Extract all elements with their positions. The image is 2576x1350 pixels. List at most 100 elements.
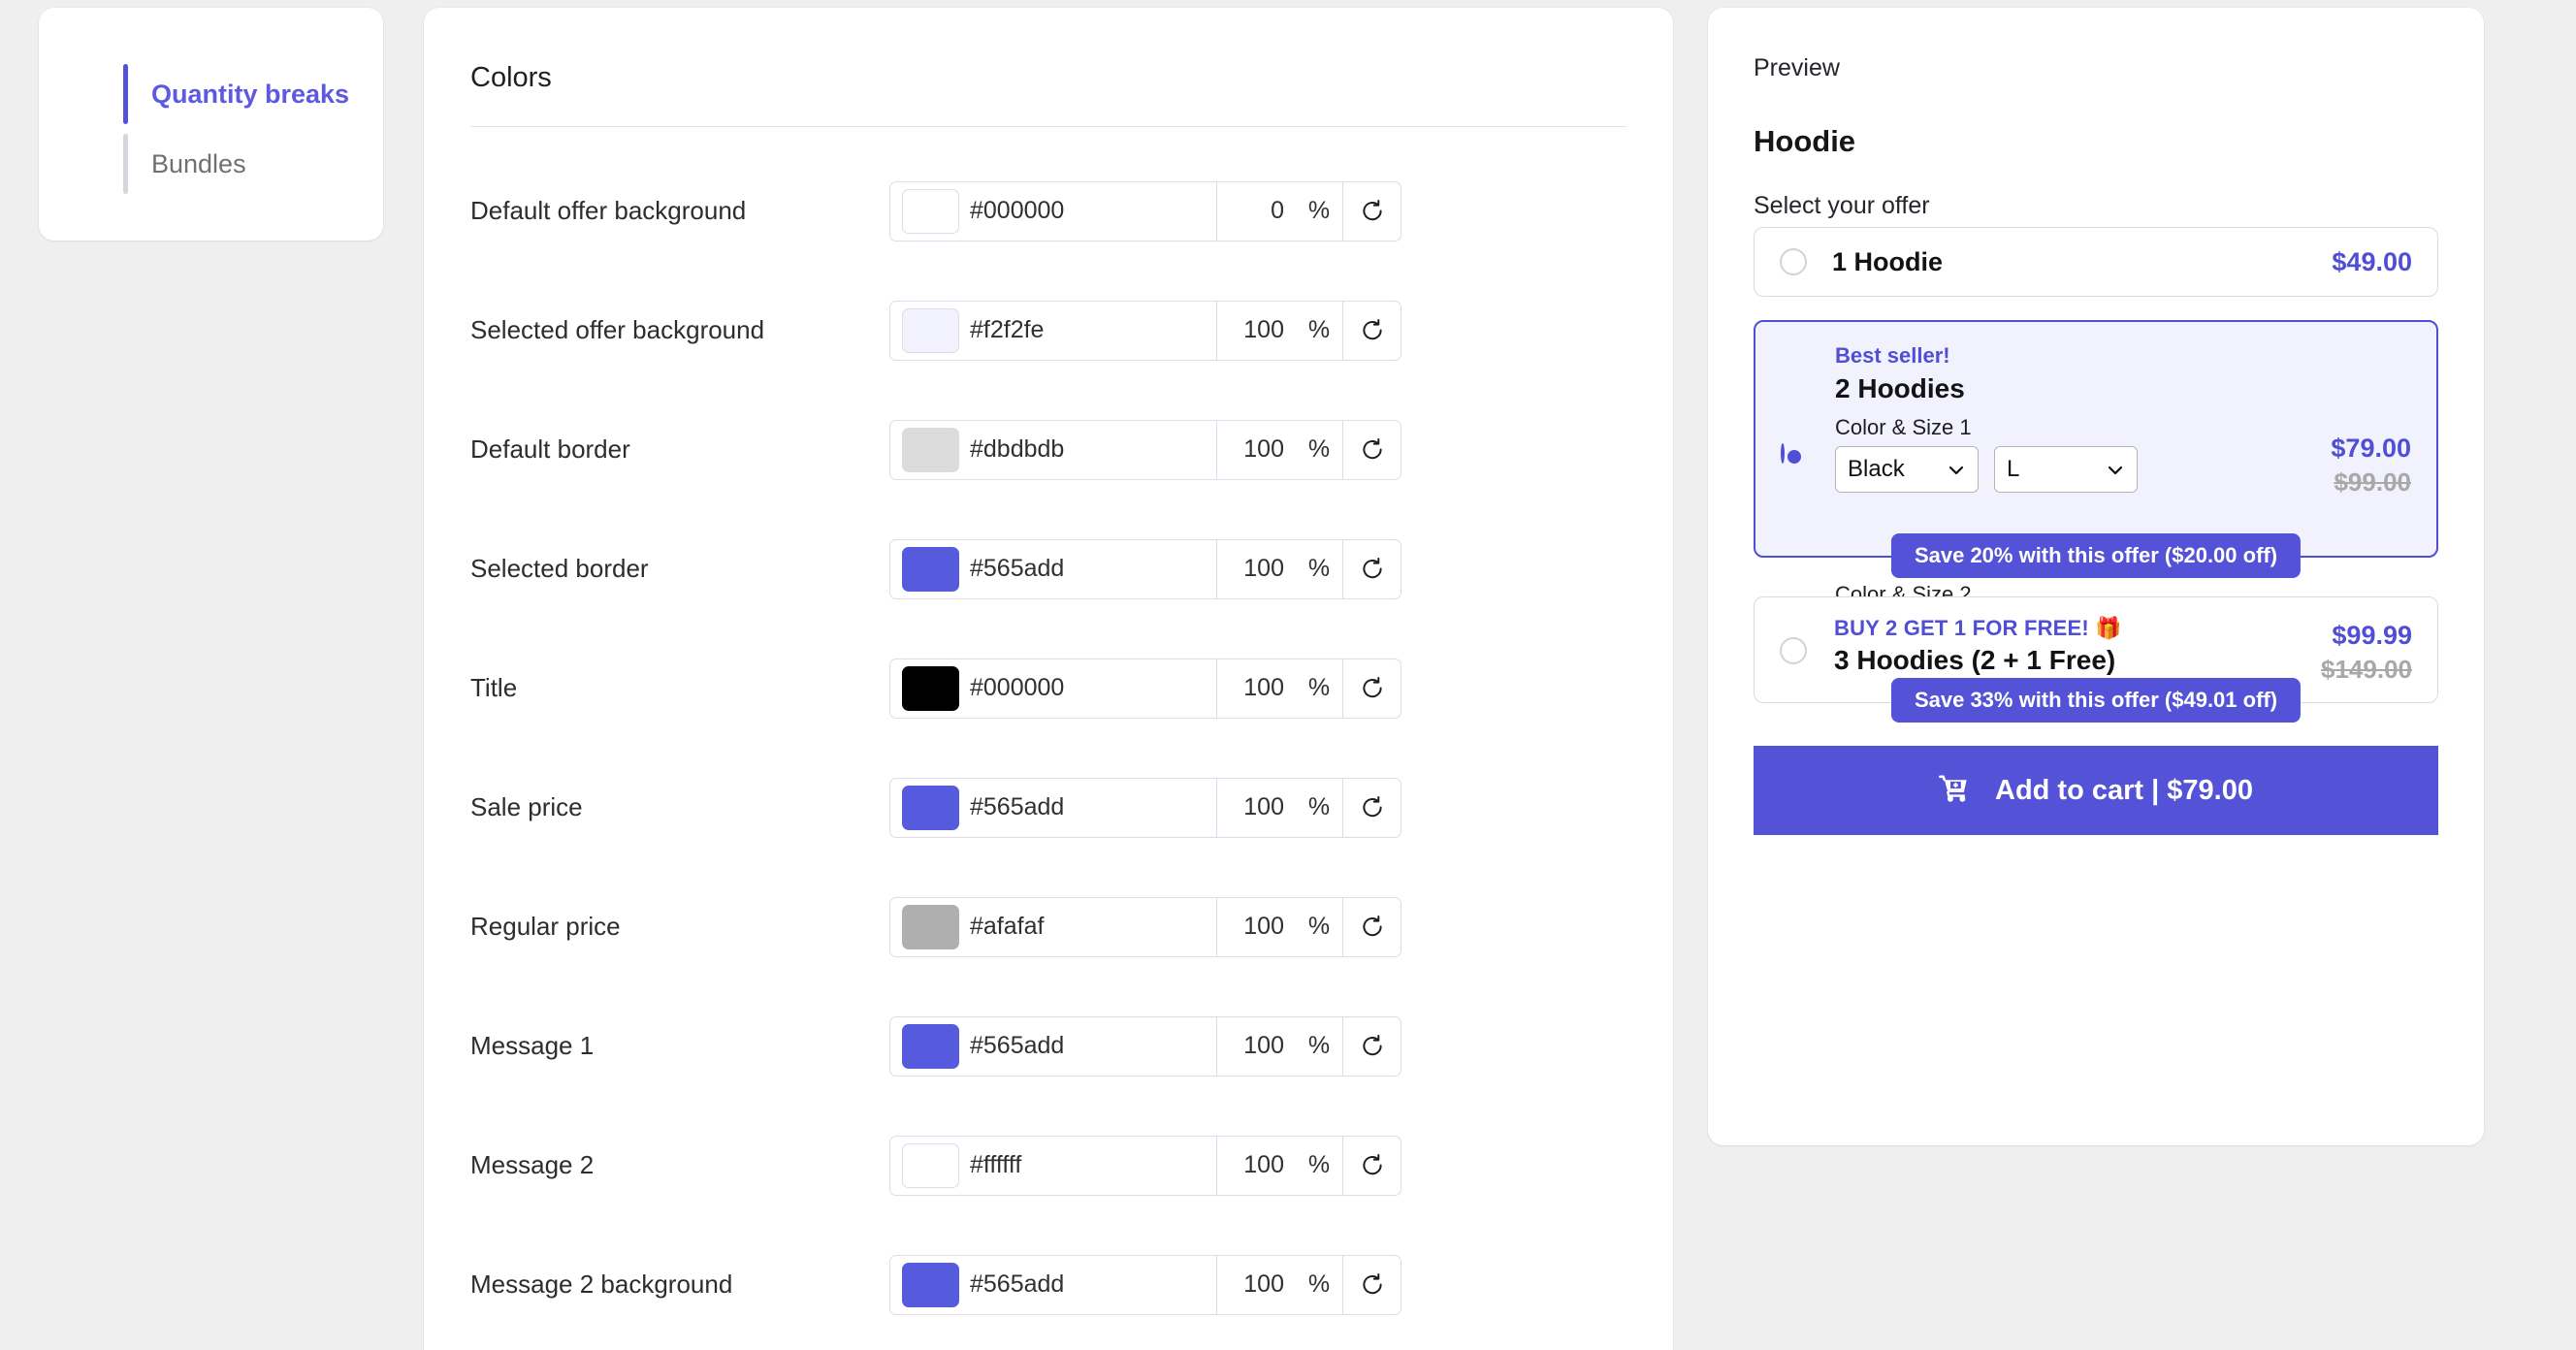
hex-input[interactable]: #565add [970,540,1216,598]
size-select-1-value: L [2007,456,2020,482]
size-select-1[interactable]: L [1994,446,2138,493]
color-field: #565add 100% [889,777,1401,838]
offer-list: 1 Hoodie $49.00 Best seller! 2 Hoodies C… [1754,227,2438,835]
hex-input[interactable]: #000000 [970,659,1216,718]
opacity-input[interactable]: 100 [1216,897,1296,956]
reset-color-button[interactable] [1342,420,1401,479]
color-row-label: Message 2 background [470,1270,733,1299]
color-swatch-button[interactable] [890,1256,970,1314]
hex-input[interactable]: #ffffff [970,1137,1216,1195]
color-swatch [901,665,959,711]
preview-panel: Preview Hoodie Select your offer 1 Hoodi… [1708,8,2484,1145]
percent-symbol: % [1307,435,1331,463]
reset-circular-arrow-icon [1359,1152,1386,1179]
offer-card-2-hoodies[interactable]: Best seller! 2 Hoodies Color & Size 1 Bl… [1754,320,2438,659]
opacity-input[interactable]: 100 [1216,539,1296,598]
color-rows-list: Default offer background #000000 0% Selecte… [424,151,1673,1344]
opacity-input[interactable]: 100 [1216,420,1296,479]
sidebar-nav: Quantity breaks Bundles [123,59,349,199]
sidebar-item-quantity-breaks[interactable]: Quantity breaks [123,59,349,129]
color-row: Message 1 #565add 100% [424,986,1673,1106]
hex-input[interactable]: #f2f2fe [970,302,1216,360]
reset-color-button[interactable] [1342,301,1401,360]
reset-color-button[interactable] [1342,1136,1401,1195]
reset-circular-arrow-icon [1359,914,1386,941]
offer-badge: BUY 2 GET 1 FOR FREE! 🎁 [1834,616,2122,640]
reset-color-button[interactable] [1342,1255,1401,1314]
opacity-input[interactable]: 100 [1216,1136,1296,1195]
reset-color-button[interactable] [1342,659,1401,718]
color-row-label: Default offer background [470,196,747,225]
shopping-cart-plus-icon [1939,774,1972,807]
opacity-input[interactable]: 100 [1216,659,1296,718]
reset-circular-arrow-icon [1359,317,1386,344]
reset-color-button[interactable] [1342,778,1401,837]
add-to-cart-button[interactable]: Add to cart | $79.00 [1754,746,2438,835]
color-swatch [901,904,959,949]
variant-selectors-row-1: Black L [1835,446,2138,493]
color-row-label: Regular price [470,912,621,941]
opacity-input[interactable]: 100 [1216,1016,1296,1076]
color-swatch [901,785,959,830]
hex-input[interactable]: #afafaf [970,898,1216,956]
color-swatch-button[interactable] [890,779,970,837]
color-row-label: Message 2 [470,1150,595,1179]
reset-circular-arrow-icon [1359,675,1386,702]
reset-color-button[interactable] [1342,539,1401,598]
offer-pricing: $79.00 $99.00 [2331,434,2411,498]
reset-circular-arrow-icon [1359,556,1386,583]
color-field: #ffffff 100% [889,1135,1401,1196]
color-row: Sale price #565add 100% [424,748,1673,867]
color-swatch-button[interactable] [890,1017,970,1076]
color-swatch-button[interactable] [890,182,970,241]
opacity-input[interactable]: 100 [1216,1255,1296,1314]
preview-product-title: Hoodie [1754,124,1856,158]
color-field: #565add 100% [889,1015,1401,1077]
colors-panel-divider [470,126,1626,127]
offer-radio-2-hoodies[interactable] [1781,443,1785,464]
color-field: #000000 100% [889,658,1401,719]
reset-circular-arrow-icon [1359,794,1386,821]
offer-badge: Best seller! [1835,343,1950,368]
reset-circular-arrow-icon [1359,1271,1386,1299]
reset-color-button[interactable] [1342,1016,1401,1076]
offer-save-badge: Save 33% with this offer ($49.01 off) [1890,678,2302,723]
opacity-input[interactable]: 100 [1216,778,1296,837]
color-select-1[interactable]: Black [1835,446,1979,493]
reset-color-button[interactable] [1342,897,1401,956]
offer-card-3-hoodies[interactable]: BUY 2 GET 1 FOR FREE! 🎁 3 Hoodies (2 + 1… [1754,596,2438,723]
color-swatch-button[interactable] [890,302,970,360]
hex-input[interactable]: #565add [970,1256,1216,1314]
reset-circular-arrow-icon [1359,436,1386,464]
color-swatch-button[interactable] [890,421,970,479]
opacity-input[interactable]: 0 [1216,181,1296,241]
color-row: Selected offer background #f2f2fe 100% [424,271,1673,390]
color-field: #000000 0% [889,180,1401,241]
color-swatch-button[interactable] [890,898,970,956]
color-row: Selected border #565add 100% [424,509,1673,628]
hex-input[interactable]: #565add [970,1017,1216,1076]
color-field: #f2f2fe 100% [889,300,1401,361]
offer-sale-price: $99.99 [2332,621,2412,650]
offer-title: 2 Hoodies [1835,373,1965,403]
color-field: #afafaf 100% [889,896,1401,957]
color-field: #dbdbdb 100% [889,419,1401,480]
reset-color-button[interactable] [1342,181,1401,241]
hex-input[interactable]: #000000 [970,182,1216,241]
offer-radio-3-hoodies[interactable] [1780,637,1807,664]
color-swatch [901,188,959,234]
offer-price: $49.00 [2332,246,2412,276]
color-swatch-button[interactable] [890,659,970,718]
color-swatch-button[interactable] [890,1137,970,1195]
offer-card-1-hoodie[interactable]: 1 Hoodie $49.00 [1754,227,2438,297]
offer-radio-1-hoodie[interactable] [1780,248,1807,275]
opacity-input[interactable]: 100 [1216,301,1296,360]
offer-pricing: $99.99 $149.00 [2321,621,2412,685]
color-swatch-button[interactable] [890,540,970,598]
hex-input[interactable]: #565add [970,779,1216,837]
sidebar-item-label: Bundles [151,148,246,178]
hex-input[interactable]: #dbdbdb [970,421,1216,479]
sidebar-item-bundles[interactable]: Bundles [123,129,349,199]
percent-symbol: % [1307,197,1331,224]
color-field: #565add 100% [889,538,1401,599]
